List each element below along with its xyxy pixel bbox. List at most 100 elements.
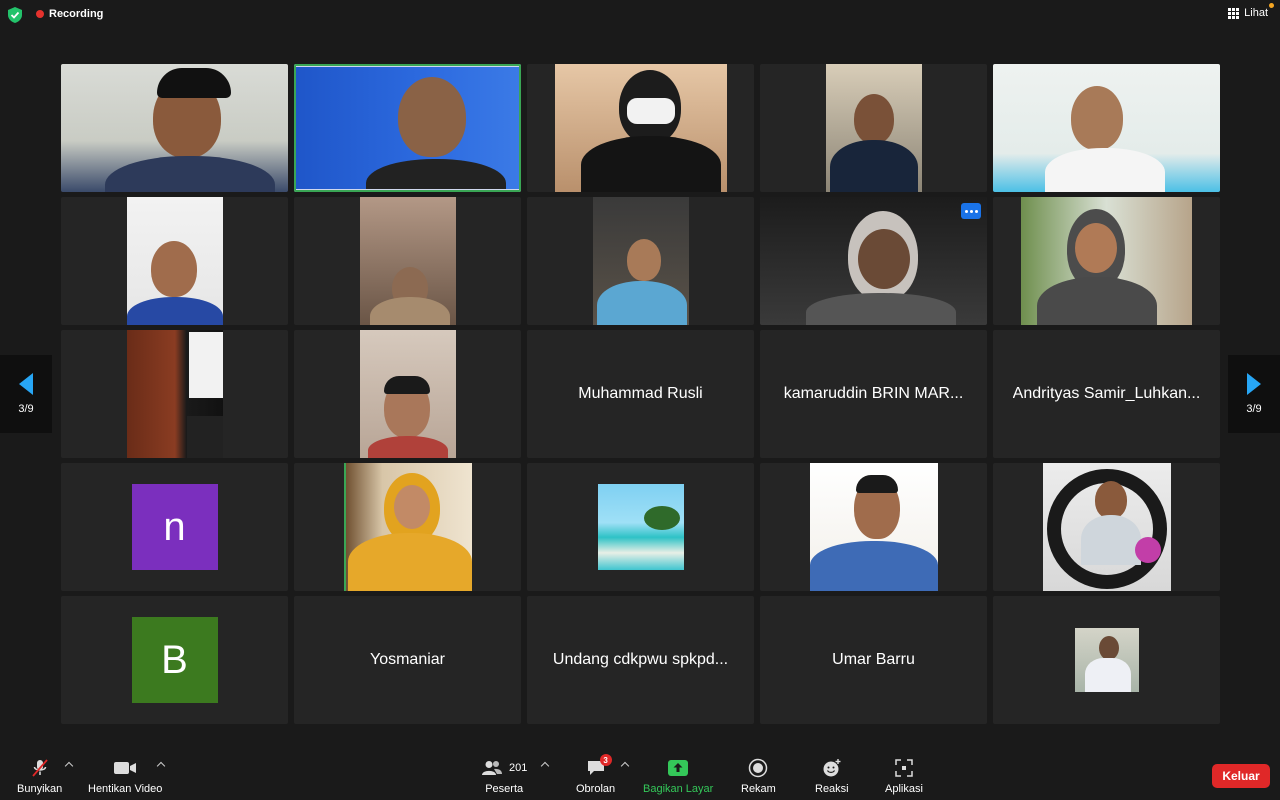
participant-video [825,64,922,192]
reactions-label: Reaksi [815,783,849,795]
previous-page-button[interactable]: 3/9 [0,355,52,433]
meeting-toolbar: Bunyikan Hentikan Video 201 Peserta 3 Ob… [0,752,1280,800]
participant-name: kamaruddin BRIN MAR... [783,385,964,402]
participants-options-caret[interactable] [540,761,550,771]
share-screen-icon [667,758,689,778]
participant-tile[interactable] [527,64,754,192]
participant-video [61,64,288,192]
participant-name: Yosmaniar [369,651,445,668]
participant-tile[interactable] [760,64,987,192]
record-label: Rekam [741,783,776,795]
participant-tile[interactable]: Yosmaniar [294,596,521,724]
participant-tile[interactable]: Muhammad Rusli [527,330,754,458]
emoji-reaction-icon [822,758,842,778]
grid-view-icon [1228,7,1240,19]
chat-options-caret[interactable] [620,761,630,771]
participant-tile[interactable] [61,330,288,458]
audio-options-caret[interactable] [64,761,74,771]
apps-button[interactable]: Aplikasi [885,758,923,795]
unmute-label: Bunyikan [17,783,63,795]
participants-label: Peserta [485,783,524,795]
participant-name: Umar Barru [832,651,915,668]
participant-tile[interactable] [993,596,1220,724]
recording-label: Recording [49,8,104,20]
participant-tile[interactable] [294,64,521,192]
participant-tile[interactable] [61,197,288,325]
participant-tile[interactable]: Undang cdkpwu spkpd... [527,596,754,724]
participant-tile[interactable] [993,463,1220,591]
next-page-button[interactable]: 3/9 [1228,355,1280,433]
share-screen-label: Bagikan Layar [643,783,714,795]
participant-tile[interactable] [294,330,521,458]
participants-count: 201 [509,762,528,774]
video-camera-icon [113,758,137,778]
participants-button[interactable]: 201 Peserta [481,758,527,795]
participant-tile[interactable]: B [61,596,288,724]
participant-video [126,330,223,458]
reactions-button[interactable]: Reaksi [815,758,849,795]
participant-video [343,463,472,591]
participant-name: Muhammad Rusli [578,385,703,402]
unmute-button[interactable]: Bunyikan [17,758,62,795]
participant-tile[interactable] [527,197,754,325]
participant-name: Andrityas Samir_Luhkan... [1012,385,1201,402]
more-options-button[interactable] [961,203,981,219]
participant-tile[interactable]: kamaruddin BRIN MAR... [760,330,987,458]
stop-video-button[interactable]: Hentikan Video [88,758,162,795]
chat-button[interactable]: 3 Obrolan [576,754,616,795]
apps-label: Aplikasi [885,783,923,795]
people-icon [482,761,502,775]
view-label: Lihat [1244,7,1268,19]
top-bar: Recording Lihat [0,0,1280,30]
participant-tile[interactable] [993,197,1220,325]
recording-indicator[interactable]: Recording [36,8,103,20]
participant-tile[interactable] [294,463,521,591]
participant-video [760,197,987,325]
participant-video [554,64,727,192]
participant-tile[interactable] [527,463,754,591]
participant-tile[interactable] [993,64,1220,192]
participant-video [809,463,938,591]
arrow-right-icon [1247,373,1261,395]
chat-label: Obrolan [576,783,616,795]
avatar-initial: n [163,504,186,549]
chat-bubble-icon: 3 [586,754,612,778]
microphone-muted-icon [30,758,50,778]
shield-check-icon[interactable] [8,7,22,23]
participant-video [1021,197,1192,325]
page-counter-right: 3/9 [1246,403,1262,415]
participant-tile[interactable]: n [61,463,288,591]
apps-icon [895,758,913,778]
participant-tile[interactable]: Umar Barru [760,596,987,724]
leave-meeting-button[interactable]: Keluar [1212,764,1270,788]
participant-tile[interactable] [61,64,288,192]
chat-badge: 3 [599,754,612,766]
participant-video [126,197,223,325]
participant-video [359,330,456,458]
participant-tile[interactable] [294,197,521,325]
share-screen-button[interactable]: Bagikan Layar [643,758,713,795]
participant-video [993,64,1220,192]
avatar-initial: B [161,637,188,682]
view-button[interactable]: Lihat [1228,3,1274,19]
stop-video-label: Hentikan Video [88,783,163,795]
participant-tile[interactable] [760,197,987,325]
participant-tile[interactable]: Andrityas Samir_Luhkan... [993,330,1220,458]
arrow-left-icon [19,373,33,395]
record-button[interactable]: Rekam [741,758,776,795]
page-counter-left: 3/9 [18,403,34,415]
profile-picture [597,484,684,570]
participants-icon-group: 201 [481,758,527,778]
avatar: n [131,484,218,570]
notification-dot [1269,3,1274,8]
profile-picture [1074,628,1139,692]
avatar: B [131,617,218,703]
video-gallery: Muhammad Rusli kamaruddin BRIN MAR... An… [61,64,1220,724]
recording-dot-icon [36,10,44,18]
participant-tile[interactable] [760,463,987,591]
participant-video [296,67,519,189]
participant-video [1042,463,1171,591]
participant-video [359,197,456,325]
participant-video [592,197,689,325]
participant-name: Undang cdkpwu spkpd... [552,651,729,668]
